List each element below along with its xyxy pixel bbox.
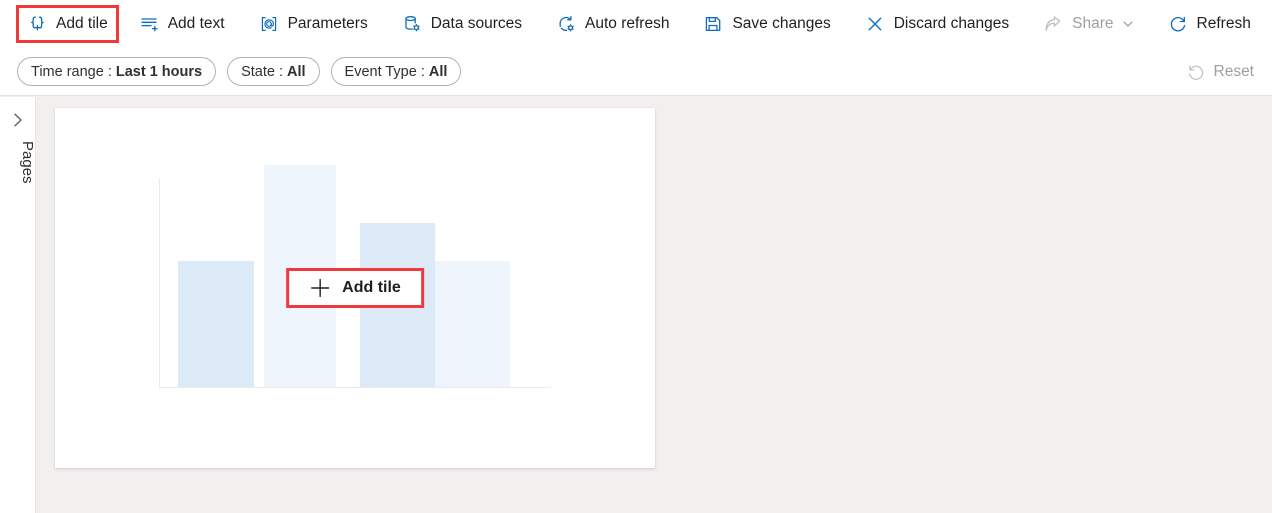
dashboard-editor-screen: Add tile Add text Parameters Data source… [0,0,1272,513]
braces-plus-icon [27,14,47,34]
chart-x-axis [159,387,551,388]
chevron-right-icon[interactable] [9,111,27,129]
close-x-icon [865,14,885,34]
reset-label: Reset [1213,62,1255,80]
filter-pill-value: All [287,63,306,80]
dashboard-canvas: Add tile [36,97,1272,513]
chart-bar [435,261,510,387]
filter-pill-key: Time range : [31,63,112,80]
share-icon [1043,14,1063,34]
command-label: Add text [167,15,225,32]
command-add-tile[interactable]: Add tile [16,5,119,43]
command-label: Data sources [430,15,523,32]
command-label: Discard changes [893,15,1010,32]
command-data-sources[interactable]: Data sources [392,6,532,42]
command-refresh[interactable]: Refresh [1158,6,1261,42]
command-label: Refresh [1196,15,1251,32]
command-label: Parameters [287,15,368,32]
command-discard-changes[interactable]: Discard changes [855,6,1019,42]
command-share[interactable]: Share [1033,6,1143,42]
pages-rail-label: Pages [19,141,36,184]
filter-bar: Time range : Last 1 hours State : All Ev… [0,48,1272,96]
filter-pill-key: Event Type : [344,63,425,80]
parameters-icon [259,14,279,34]
command-label: Auto refresh [585,15,670,32]
add-tile-button-label: Add tile [342,279,401,296]
reset-filters-button[interactable]: Reset [1176,56,1265,88]
chevron-down-icon [1122,18,1134,30]
pages-rail[interactable]: Pages [0,97,36,513]
auto-refresh-icon [556,14,576,34]
command-auto-refresh[interactable]: Auto refresh [546,6,679,42]
chart-bar [178,261,254,387]
add-tile-button[interactable]: Add tile [286,268,424,308]
command-label: Share [1072,15,1114,32]
command-parameters[interactable]: Parameters [249,6,378,42]
command-bar: Add tile Add text Parameters Data source… [0,0,1272,48]
save-icon [703,14,723,34]
database-gear-icon [402,14,422,34]
filter-pill-key: State : [241,63,283,80]
command-label: Save changes [732,15,831,32]
command-add-text[interactable]: Add text [129,6,235,42]
command-save-changes[interactable]: Save changes [693,6,840,42]
filter-pill-state[interactable]: State : All [227,57,320,86]
chart-y-axis [159,178,160,388]
undo-arrow-icon [1186,62,1206,82]
command-label: Add tile [56,15,108,32]
refresh-icon [1168,14,1188,34]
filter-pill-event-type[interactable]: Event Type : All [330,57,462,86]
add-text-icon [139,14,159,34]
filter-pill-value: Last 1 hours [115,63,203,80]
filter-pill-time-range[interactable]: Time range : Last 1 hours [17,57,217,86]
filter-pill-value: All [428,63,448,80]
empty-tile-card: Add tile [55,108,655,468]
plus-icon [309,277,331,299]
